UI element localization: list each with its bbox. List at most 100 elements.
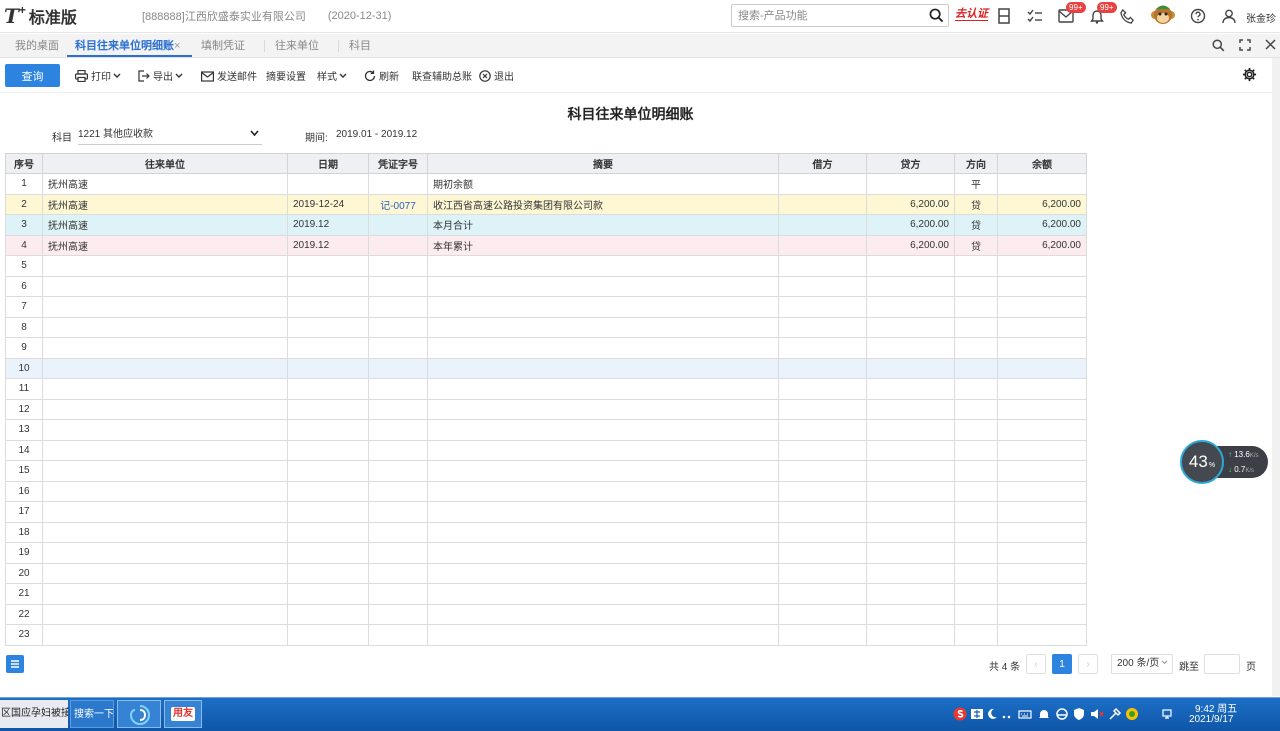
cell-voucher[interactable] — [368, 460, 428, 482]
tray-bell-icon[interactable] — [1037, 707, 1051, 721]
table-row[interactable]: 16 — [5, 480, 1087, 502]
expand-panel-button[interactable] — [6, 655, 24, 673]
tray-volume-muted-icon[interactable] — [1090, 707, 1104, 721]
taskbar-item-browser-tab[interactable]: 区国应孕妇被接... — [0, 700, 68, 728]
cell-voucher[interactable] — [368, 173, 428, 195]
phone-icon[interactable] — [1118, 7, 1136, 25]
col-header-balance[interactable]: 余额 — [997, 153, 1087, 174]
table-row[interactable]: 3 抚州高速 2019.12 本月合计 6,200.00 贷 6,200.00 — [5, 214, 1087, 236]
search-input[interactable] — [732, 5, 922, 26]
network-speed-widget[interactable]: 43% ↑ 13.6K/s ↓ 0.7K/s — [1180, 440, 1268, 484]
search-icon[interactable] — [929, 8, 944, 23]
table-row[interactable]: 7 — [5, 296, 1087, 318]
col-header-partner[interactable]: 往来单位 — [42, 153, 288, 174]
monkey-mascot-icon[interactable] — [1150, 3, 1176, 29]
help-icon[interactable] — [1189, 7, 1207, 25]
send-mail-button[interactable]: 发送邮件 — [201, 68, 257, 83]
user-icon[interactable] — [1220, 7, 1238, 25]
taskbar-item-yonyou[interactable]: 用友 — [164, 700, 202, 728]
checklist-icon[interactable] — [1026, 7, 1044, 25]
message-icon[interactable]: 99+ — [1057, 2, 1086, 25]
tray-shield-icon[interactable] — [1072, 707, 1086, 721]
report-icon[interactable] — [995, 7, 1013, 25]
vertical-scrollbar[interactable] — [1272, 58, 1280, 696]
taskbar-item-search[interactable]: 搜索一下 — [70, 700, 114, 728]
cell-voucher[interactable] — [368, 275, 428, 297]
cell-voucher[interactable] — [368, 501, 428, 523]
fullscreen-icon[interactable] — [1239, 39, 1251, 51]
cell-voucher[interactable] — [368, 357, 428, 379]
table-row[interactable]: 19 — [5, 542, 1087, 564]
table-row[interactable]: 12 — [5, 398, 1087, 420]
cell-voucher[interactable] — [368, 521, 428, 543]
style-button[interactable]: 样式 — [317, 68, 350, 83]
settings-gear-icon[interactable] — [1242, 67, 1257, 82]
cell-voucher[interactable] — [368, 480, 428, 502]
tray-punctuation-icon[interactable] — [1000, 707, 1014, 721]
table-row[interactable]: 9 — [5, 337, 1087, 359]
cell-voucher[interactable] — [368, 378, 428, 400]
table-row[interactable]: 17 — [5, 501, 1087, 523]
cell-voucher[interactable] — [368, 296, 428, 318]
col-header-debit[interactable]: 借方 — [778, 153, 867, 174]
company-name[interactable]: [888888]江西欣盛泰实业有限公司 — [142, 8, 306, 24]
notification-icon[interactable]: 99+ — [1088, 2, 1117, 25]
export-button[interactable]: 导出 — [138, 68, 186, 83]
tray-keyboard-icon[interactable] — [1018, 707, 1032, 721]
subject-select[interactable]: 1221 其他应收款 — [78, 124, 262, 145]
taskbar-time[interactable]: 9:42 周五 — [1195, 700, 1237, 715]
table-row[interactable]: 18 — [5, 521, 1087, 543]
user-name[interactable]: 张金珍 — [1246, 10, 1276, 25]
cell-voucher[interactable] — [368, 603, 428, 625]
sogou-input-icon[interactable] — [953, 707, 967, 721]
jump-page-input[interactable] — [1204, 654, 1240, 674]
tray-360-icon[interactable] — [1125, 707, 1139, 721]
table-row[interactable]: 15 — [5, 460, 1087, 482]
col-header-summary[interactable]: 摘要 — [427, 153, 779, 174]
tab-partners[interactable]: 往来单位 — [275, 34, 319, 58]
exit-button[interactable]: 退出 — [479, 68, 514, 83]
table-row[interactable]: 5 — [5, 255, 1087, 277]
col-header-voucher[interactable]: 凭证字号 — [368, 153, 428, 174]
refresh-button[interactable]: 刷新 — [364, 68, 399, 83]
table-row[interactable]: 20 — [5, 562, 1087, 584]
next-page-button[interactable]: › — [1078, 654, 1098, 674]
tab-subjects[interactable]: 科目 — [349, 34, 371, 58]
table-row[interactable]: 23 — [5, 624, 1087, 646]
table-row[interactable]: 13 — [5, 419, 1087, 441]
summary-settings-button[interactable]: 摘要设置 — [266, 68, 306, 83]
cell-voucher[interactable] — [368, 583, 428, 605]
cell-voucher[interactable] — [368, 255, 428, 277]
tab-desktop[interactable]: 我的桌面 — [15, 34, 59, 58]
tray-network-icon[interactable] — [1160, 707, 1174, 721]
tab-fill-voucher[interactable]: 填制凭证 — [201, 34, 245, 58]
close-all-icon[interactable] — [1265, 39, 1276, 50]
cell-voucher[interactable] — [368, 562, 428, 584]
table-row[interactable]: 22 — [5, 603, 1087, 625]
cell-voucher[interactable] — [368, 214, 428, 236]
cell-voucher[interactable] — [368, 439, 428, 461]
col-header-no[interactable]: 序号 — [5, 153, 43, 174]
taskbar-item-app[interactable] — [117, 700, 161, 728]
cell-voucher[interactable] — [368, 542, 428, 564]
tab-search-icon[interactable] — [1212, 39, 1225, 52]
tray-browser-icon[interactable] — [1055, 707, 1069, 721]
table-row[interactable]: 4 抚州高速 2019.12 本年累计 6,200.00 贷 6,200.00 — [5, 234, 1087, 256]
table-row[interactable]: 21 — [5, 583, 1087, 605]
taskbar-date[interactable]: 2021/9/17 — [1189, 714, 1234, 725]
table-row[interactable]: 14 — [5, 439, 1087, 461]
query-button[interactable]: 查询 — [5, 64, 60, 87]
col-header-direction[interactable]: 方向 — [954, 153, 998, 174]
page-button-current[interactable]: 1 — [1052, 654, 1072, 674]
linked-aux-ledger-button[interactable]: 联查辅助总账 — [412, 68, 472, 83]
cell-voucher[interactable] — [368, 234, 428, 256]
table-row[interactable]: 2 抚州高速 2019-12-24 记-0077 收江西省高速公路投资集团有限公司款 6,… — [5, 193, 1087, 215]
tray-moon-icon[interactable] — [985, 707, 999, 721]
col-header-credit[interactable]: 贷方 — [866, 153, 955, 174]
print-button[interactable]: 打印 — [75, 68, 124, 83]
table-row[interactable]: 8 — [5, 316, 1087, 338]
table-row[interactable]: 11 — [5, 378, 1087, 400]
function-search[interactable] — [731, 4, 949, 27]
col-header-date[interactable]: 日期 — [287, 153, 369, 174]
table-row[interactable]: 6 — [5, 275, 1087, 297]
